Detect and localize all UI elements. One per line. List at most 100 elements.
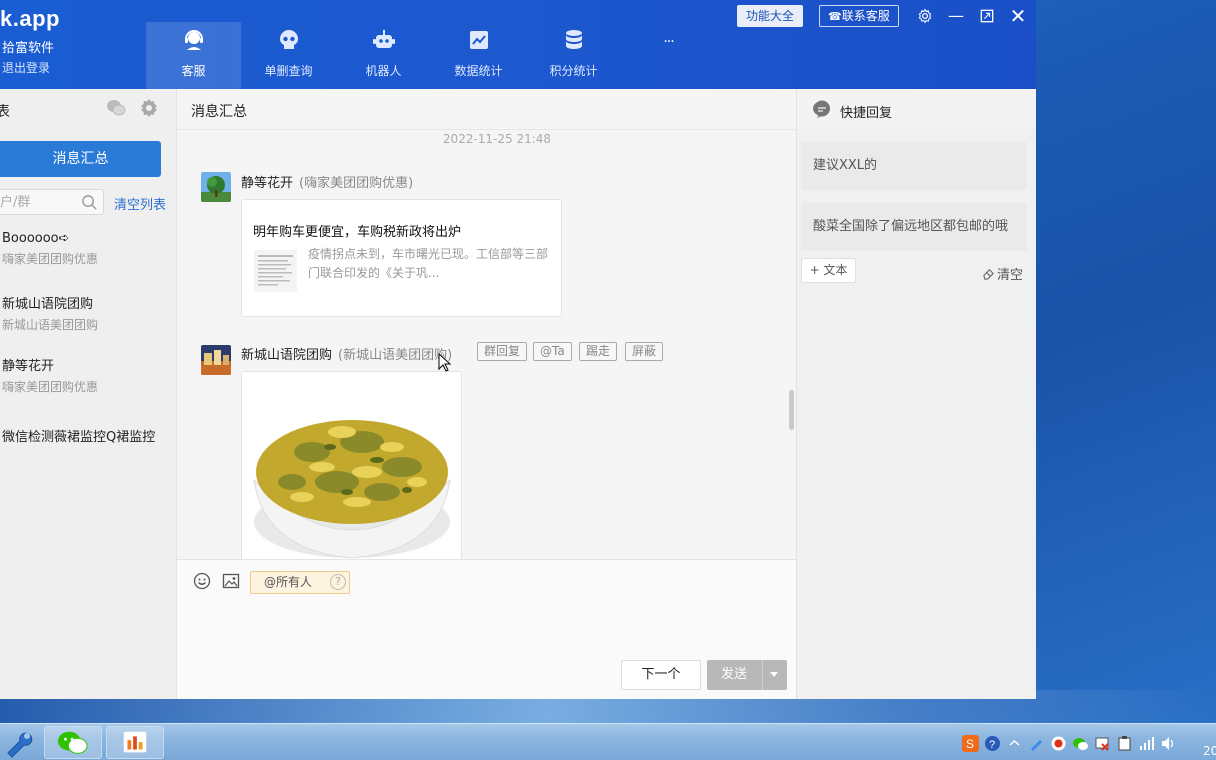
system-clock[interactable]: 20 bbox=[1203, 744, 1216, 758]
top-nav: 客服 单删查询 机器人 数据统计 积分统计 ··· bbox=[146, 22, 716, 89]
nav-tab-customer-service[interactable]: 客服 bbox=[146, 22, 241, 89]
headset-icon: ☎ bbox=[828, 10, 842, 23]
app-header: k.app 拾富软件 退出登录 客服 单删查询 机器人 数据统计 积分统计 ··… bbox=[0, 0, 1036, 89]
card-description: 疫情拐点未到，车市曙光已现。工信部等三部门联合印发的《关于巩... bbox=[308, 247, 549, 280]
session-name: 静等花开 bbox=[2, 359, 55, 374]
search-icon[interactable] bbox=[81, 194, 98, 211]
windows-taskbar: S ? 20 bbox=[0, 723, 1216, 760]
system-tray: S ? bbox=[962, 732, 1177, 754]
sidebar-search-input[interactable] bbox=[0, 192, 76, 212]
contact-support-label: 联系客服 bbox=[841, 9, 890, 23]
nav-tab-label: 客服 bbox=[181, 64, 206, 78]
emoji-icon[interactable] bbox=[193, 572, 211, 590]
mention-button[interactable]: @Ta bbox=[533, 342, 572, 361]
signal-icon[interactable] bbox=[1138, 735, 1155, 752]
settings-gear-icon[interactable] bbox=[914, 5, 936, 27]
database-icon bbox=[562, 28, 586, 52]
more-icon: ··· bbox=[663, 34, 674, 50]
image-icon[interactable] bbox=[222, 572, 240, 590]
chart-icon bbox=[467, 28, 491, 52]
session-item[interactable]: 微信检测薇裙监控Q裙监控 bbox=[0, 417, 176, 479]
tray-expand-icon[interactable] bbox=[1006, 735, 1023, 752]
network-blocked-icon[interactable] bbox=[1094, 735, 1111, 752]
quick-reply-panel: 快捷回复 建议XXL的 酸菜全国除了偏远地区都包邮的哦 + 文本 清空 bbox=[796, 89, 1036, 699]
send-label: 发送 bbox=[721, 667, 748, 682]
nav-tab-points-stats[interactable]: 积分统计 bbox=[526, 22, 621, 89]
nav-tab-robot[interactable]: 机器人 bbox=[336, 22, 431, 89]
session-item[interactable]: 新城山语院团购 新城山语美团团购 bbox=[0, 293, 176, 355]
minimize-icon[interactable]: — bbox=[945, 5, 967, 27]
quick-reply-item[interactable]: 建议XXL的 bbox=[801, 142, 1027, 190]
next-button[interactable]: 下一个 bbox=[621, 660, 701, 690]
svg-text:S: S bbox=[966, 737, 974, 751]
nav-tab-single-delete[interactable]: 单删查询 bbox=[241, 22, 336, 89]
nav-tab-label: 机器人 bbox=[365, 64, 402, 78]
maximize-icon[interactable] bbox=[976, 5, 998, 27]
taskbar-app-2[interactable] bbox=[106, 726, 164, 759]
volume-icon[interactable] bbox=[1160, 735, 1177, 752]
image-message[interactable] bbox=[241, 371, 462, 559]
message-timestamp: 2022-11-25 21:48 bbox=[442, 132, 552, 146]
session-group: 嗨家美团团购优惠 bbox=[2, 380, 99, 394]
chat-panel: 消息汇总 2022-11-25 21:48 静等花开 (嗨家美团团购优惠) 明年购… bbox=[176, 89, 796, 559]
app-window: k.app 拾富软件 退出登录 客服 单删查询 机器人 数据统计 积分统计 ··… bbox=[0, 0, 1036, 699]
chat-scrollbar[interactable] bbox=[789, 390, 794, 430]
send-dropdown-chevron-down-icon[interactable] bbox=[770, 672, 778, 677]
robot-icon bbox=[372, 28, 396, 52]
clear-quick-replies-button[interactable]: 清空 bbox=[982, 264, 1023, 283]
nav-more[interactable]: ··· bbox=[621, 22, 716, 89]
session-group: 嗨家美团团购优惠 bbox=[2, 252, 99, 266]
clear-label: 清空 bbox=[997, 268, 1024, 283]
clipboard-icon[interactable] bbox=[1116, 735, 1133, 752]
mouse-cursor-icon bbox=[438, 352, 452, 373]
session-item[interactable]: 静等花开 嗨家美团团购优惠 bbox=[0, 355, 176, 417]
send-button[interactable]: 发送 bbox=[707, 660, 787, 690]
block-button[interactable]: 屏蔽 bbox=[625, 342, 664, 361]
wechat-bubble-icon[interactable] bbox=[106, 98, 126, 118]
wechat-tray-icon[interactable] bbox=[1072, 735, 1089, 752]
avatar[interactable] bbox=[201, 172, 231, 202]
at-all-button[interactable]: @所有人 ? bbox=[250, 571, 350, 594]
sogou-input-icon[interactable]: S bbox=[962, 734, 979, 752]
taskbar-wechat-app[interactable] bbox=[44, 726, 102, 759]
session-name: 新城山语院团购 bbox=[2, 297, 94, 312]
session-sidebar: 表 消息汇总 清空列表 Boooooo➪ 嗨家美团团购优惠 新城山语院团购 新城… bbox=[0, 89, 176, 699]
session-name: 微信检测薇裙监控Q裙监控 bbox=[2, 430, 156, 445]
quick-reply-header: 快捷回复 bbox=[797, 89, 1036, 129]
message-input-area: @所有人 ? 下一个 发送 bbox=[176, 559, 796, 699]
logout-link[interactable]: 退出登录 bbox=[2, 59, 50, 76]
app-chart-icon bbox=[123, 731, 147, 753]
quick-reply-title: 快捷回复 bbox=[840, 106, 893, 121]
add-text-button[interactable]: + 文本 bbox=[801, 258, 856, 283]
help-circle-icon[interactable]: ? bbox=[984, 735, 1001, 752]
nav-tab-data-stats[interactable]: 数据统计 bbox=[431, 22, 526, 89]
contact-support-button[interactable]: ☎联系客服 bbox=[819, 5, 899, 27]
sender-name: 新城山语院团购 bbox=[241, 348, 333, 363]
session-group: 新城山语美团团购 bbox=[2, 318, 99, 332]
chat-title-divider bbox=[177, 129, 796, 130]
sidebar-settings-gear-icon[interactable] bbox=[139, 98, 159, 118]
message-summary-button[interactable]: 消息汇总 bbox=[0, 141, 161, 177]
start-wrench-icon[interactable] bbox=[0, 725, 40, 760]
customer-service-icon bbox=[182, 28, 206, 52]
group-reply-button[interactable]: 群回复 bbox=[477, 342, 528, 361]
card-thumbnail bbox=[254, 250, 297, 292]
sender-name: 静等花开 bbox=[241, 176, 294, 191]
nav-tab-label: 单删查询 bbox=[264, 64, 313, 78]
chat-title: 消息汇总 bbox=[191, 104, 247, 120]
close-icon[interactable]: ✕ bbox=[1007, 5, 1029, 27]
link-card-message[interactable]: 明年购车更便宜，车购税新政将出炉 疫情拐点未到，车市曙光已现。工信部等三部门联合… bbox=[241, 199, 562, 317]
kick-button[interactable]: 踢走 bbox=[579, 342, 618, 361]
sender-group: (新城山语美团团购) bbox=[338, 348, 453, 363]
clear-list-link[interactable]: 清空列表 bbox=[114, 194, 166, 213]
speech-bubble-icon bbox=[812, 100, 832, 118]
pen-icon[interactable] bbox=[1028, 735, 1045, 752]
skull-icon bbox=[277, 28, 301, 52]
feature-list-button[interactable]: 功能大全 bbox=[737, 5, 804, 27]
quick-reply-item[interactable]: 酸菜全国除了偏远地区都包邮的哦 bbox=[801, 203, 1027, 251]
avatar[interactable] bbox=[201, 345, 231, 375]
record-icon[interactable] bbox=[1050, 735, 1067, 752]
session-item[interactable]: Boooooo➪ 嗨家美团团购优惠 bbox=[0, 231, 176, 293]
pickled-cabbage-image bbox=[242, 372, 461, 559]
help-icon[interactable]: ? bbox=[330, 574, 346, 590]
